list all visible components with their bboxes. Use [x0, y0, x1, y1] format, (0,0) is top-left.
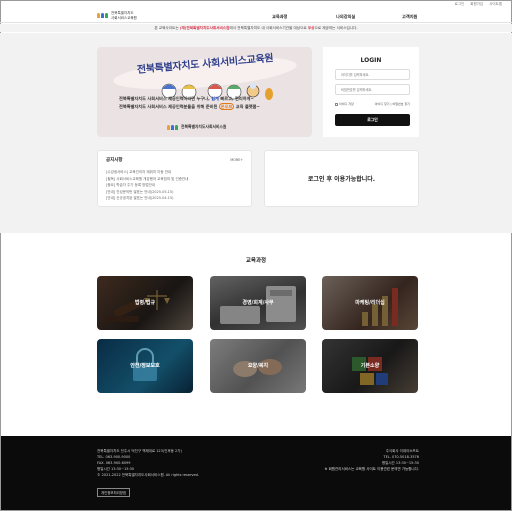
- header-divider: [0, 22, 512, 23]
- notice-list: [수강생서비스] 교육관리자 재위치 이동 안내 [필독] 사회서비스교육원 개…: [106, 169, 188, 202]
- banner-org-logo: 전북특별자치도사회서비스원: [167, 124, 226, 130]
- course-card-basic[interactable]: 기본소양: [322, 339, 418, 393]
- notice-middle: 에서 전북특별자치도 내 사회서비스기관을 대상으로: [229, 26, 307, 30]
- footer-info: 전북특별자치도 전주시 덕진구 백제대로 123(인후동 2가) TEL. 06…: [97, 448, 199, 478]
- banner-line-2-highlight: 온오프: [218, 103, 235, 110]
- sitemap-link[interactable]: 사이트맵: [489, 2, 502, 7]
- checkbox-icon: [335, 102, 338, 106]
- login-link[interactable]: 로그인: [455, 2, 465, 7]
- notice-board-title: 공지사항: [106, 158, 123, 163]
- find-password-link[interactable]: 비밀번호 찾기: [392, 102, 410, 106]
- course-label: 안전/정보보호: [130, 363, 160, 369]
- notice-bar: 본 교육사이트는 (재)전북특별자치도사회서비스원에서 전북특별자치도 내 사회…: [0, 24, 512, 32]
- login-button[interactable]: 로그인: [335, 114, 410, 126]
- course-label: 법령/법규: [134, 300, 156, 306]
- org-logo-icon: [167, 124, 178, 130]
- footer-copyright: © 2021-2022 전북특별자치도사회서비스원. All rights re…: [97, 473, 199, 477]
- login-options: 아이디 저장 아이디 찾기 | 비밀번호 찾기: [335, 102, 410, 106]
- course-card-law[interactable]: 법령/법규: [97, 276, 193, 330]
- save-id-label: 아이디 저장: [339, 102, 354, 106]
- site-logo[interactable]: 전북특별자치도 사회서비스교육원: [97, 11, 137, 20]
- nav-my-classroom[interactable]: 나의강의실: [336, 14, 355, 20]
- find-id-link[interactable]: 아이디 찾기: [375, 102, 390, 106]
- footer: 전북특별자치도 전주시 덕진구 백제대로 123(인후동 2가) TEL. 06…: [1, 436, 511, 510]
- logo-line-1: 전북특별자치도: [111, 11, 134, 15]
- notice-more-link[interactable]: MORE+: [230, 158, 243, 162]
- course-card-security[interactable]: 안전/정보보호: [97, 339, 193, 393]
- course-card-management[interactable]: 경영/회계/사무: [210, 276, 306, 330]
- course-label: 마케팅/리더십: [355, 300, 385, 306]
- banner-line-1: 전북특별자치도 사회서비스 제공인력이라면 누구나,: [119, 96, 210, 101]
- logo-mark-icon: [97, 13, 108, 18]
- footer-warning: ※ 회원관리서비스는 교육원 사이트 이용관련 문의만 가능합니다.: [324, 467, 419, 471]
- course-label: 요양/복지: [247, 363, 269, 369]
- save-id-checkbox[interactable]: 아이디 저장: [335, 102, 354, 106]
- banner-line-1-end: 빠르고, 편리하게~: [220, 96, 254, 101]
- banner-description: 전북특별자치도 사회서비스 제공인력이라면 누구나, 쉽게 빠르고, 편리하게~…: [119, 95, 299, 111]
- notice-board: 공지사항 MORE+ [수강생서비스] 교육관리자 재위치 이동 안내 [필독]…: [97, 150, 252, 207]
- notice-prefix: 본 교육사이트는: [154, 26, 179, 30]
- logo-line-2: 사회서비스교육원: [111, 15, 137, 20]
- banner-line-2: 전북특별자치도 사회서비스 제공인력분들을 위해 준비된: [119, 104, 218, 109]
- course-card-marketing[interactable]: 마케팅/리더십: [322, 276, 418, 330]
- user-id-input[interactable]: [335, 69, 410, 80]
- login-required-message: 로그인 후 이용가능합니다.: [264, 150, 419, 207]
- notice-item[interactable]: [안내] 신규공지된 발표는 안내(2025.04.15): [106, 195, 188, 202]
- course-label: 기본소양: [360, 363, 380, 369]
- banner-line-2-end: 교육 플랫폼~: [235, 104, 261, 109]
- nav-courses[interactable]: 교육과정: [272, 14, 287, 20]
- course-label: 경영/회계/사무: [242, 300, 274, 306]
- footer-vendor-info: 주식회사 이데아소프트 TEL. 070-5018-3576 평일시간 13:3…: [382, 448, 419, 466]
- hero-banner: 전북특별자치도 사회서비스교육원 전북특별자치도 사회서비스 제공인력이라면 누…: [97, 47, 312, 137]
- banner-line-1-highlight: 쉽게: [211, 96, 219, 101]
- util-links: 로그인 회원가입 사이트맵: [455, 2, 502, 7]
- footer-vendor-hours: 평일시간 13:30~15:30: [381, 461, 419, 465]
- course-card-care[interactable]: 요양/복지: [210, 339, 306, 393]
- nav-support[interactable]: 고객지원: [402, 14, 417, 20]
- login-title: LOGIN: [360, 57, 382, 64]
- notice-highlight: (재)전북특별자치도사회서비스원: [179, 26, 230, 30]
- notice-suffix: 으로 제공하는 서비스입니다.: [314, 26, 358, 30]
- login-panel: LOGIN 아이디 저장 아이디 찾기 | 비밀번호 찾기 로그인: [323, 47, 419, 137]
- signup-link[interactable]: 회원가입: [470, 2, 483, 7]
- password-input[interactable]: [335, 84, 410, 95]
- courses-heading: 교육과정: [245, 258, 267, 264]
- banner-org-name: 전북특별자치도사회서비스원: [181, 124, 227, 129]
- notice-free: 무상: [307, 26, 315, 30]
- privacy-policy-button[interactable]: 개인정보처리방침: [97, 488, 130, 497]
